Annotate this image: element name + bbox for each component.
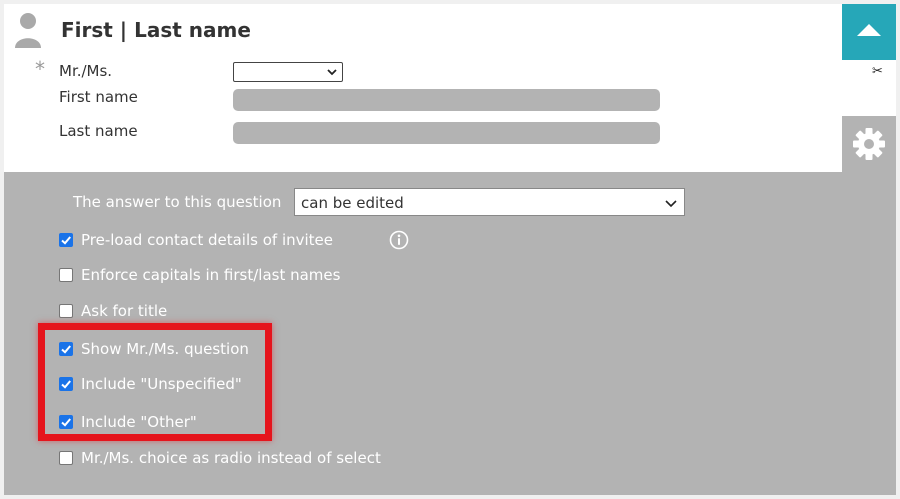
option-label: Pre-load contact details of invitee [81,231,334,249]
checkbox-show-mr-ms[interactable] [59,342,73,356]
required-marker: * [35,57,45,81]
first-name-input[interactable] [233,89,660,111]
option-label: Ask for title [81,302,168,320]
answer-mode-value: can be edited [301,194,404,212]
title-field-label: Mr./Ms. [59,62,113,80]
collapse-button[interactable] [842,4,896,60]
checkbox-enforce-capitals[interactable] [59,268,73,282]
first-name-label: First name [59,88,138,106]
option-label: Include "Other" [81,413,197,431]
title-select[interactable] [233,62,343,82]
last-name-label: Last name [59,122,138,140]
checkbox-include-unspecified[interactable] [59,377,73,391]
person-icon [14,12,42,48]
checkbox-radio-instead-of-select[interactable] [59,451,73,465]
chevron-down-icon [327,69,337,76]
last-name-input[interactable] [233,122,660,144]
answer-mode-select[interactable]: can be edited [294,188,685,216]
option-label: Show Mr./Ms. question [81,340,249,358]
chevron-down-icon [665,200,677,208]
scissors-icon[interactable]: ✂ [872,64,883,79]
option-label: Enforce capitals in first/last names [81,266,341,284]
gear-icon [853,128,885,160]
option-label: Mr./Ms. choice as radio instead of selec… [81,449,381,467]
checkbox-ask-title[interactable] [59,304,73,318]
triangle-up-icon [857,24,881,36]
info-icon[interactable] [389,230,409,250]
checkbox-include-other[interactable] [59,415,73,429]
question-preview: First | Last name * Mr./Ms. First name L… [4,4,842,172]
settings-tab[interactable] [842,116,896,172]
question-editor: First | Last name * Mr./Ms. First name L… [4,4,896,495]
question-title: First | Last name [61,18,251,42]
checkbox-preload-contact[interactable] [59,233,73,247]
settings-panel: The answer to this question can be edite… [4,172,896,495]
option-label: Include "Unspecified" [81,375,242,393]
answer-mode-label: The answer to this question [73,193,282,211]
